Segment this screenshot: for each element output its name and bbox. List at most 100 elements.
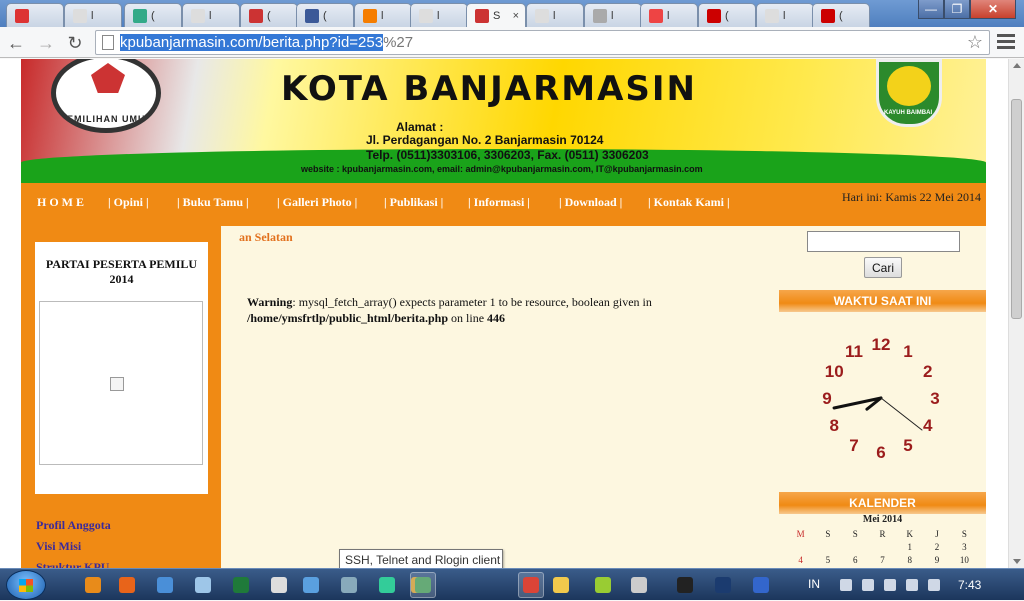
taskbar-button[interactable]	[336, 572, 362, 598]
browser-tab[interactable]: l	[410, 3, 468, 27]
taskbar-button[interactable]	[266, 572, 292, 598]
seal-text: PEMILIHAN UMUM	[60, 114, 154, 124]
scroll-down-icon[interactable]	[1013, 559, 1021, 564]
tab-title: l	[91, 9, 94, 22]
sidebar-link[interactable]: Profil Anggota	[36, 518, 111, 533]
browser-tab[interactable]: l	[354, 3, 412, 27]
browser-tab[interactable]: (	[240, 3, 298, 27]
power-icon[interactable]	[906, 579, 918, 591]
taskbar-button[interactable]	[80, 572, 106, 598]
sidebar-link[interactable]: Struktur KPU	[36, 560, 111, 568]
calendar-cell[interactable]: 4	[787, 554, 814, 567]
minimize-button[interactable]: —	[918, 0, 944, 19]
taskbar-button[interactable]	[228, 572, 254, 598]
back-arrow-icon: ←	[7, 32, 25, 53]
calendar-cell[interactable]: 8	[896, 554, 923, 567]
blogger-icon	[363, 8, 377, 23]
taskbar-button[interactable]	[710, 572, 736, 598]
calendar-cell[interactable]: 3	[951, 541, 978, 554]
vertical-scrollbar[interactable]	[1008, 59, 1024, 568]
scroll-thumb[interactable]	[1011, 99, 1022, 319]
taskbar-button[interactable]	[298, 572, 324, 598]
browser-tab[interactable]: (	[296, 3, 354, 27]
sidebar-link[interactable]: Visi Misi	[36, 539, 111, 554]
tab-title: l	[437, 9, 440, 22]
maximize-button[interactable]: ❐	[944, 0, 970, 19]
nav-item[interactable]: | Galleri Photo |	[277, 195, 357, 210]
h-icon	[707, 8, 721, 23]
calendar-cell: K	[906, 529, 914, 539]
taskbar-clock[interactable]: 7:43	[958, 578, 981, 592]
nav-item[interactable]: H O M E	[37, 195, 84, 210]
search-button[interactable]: Cari	[864, 257, 902, 278]
address-bar[interactable]: kpubanjarmasin.com/berita.php?id=253%27 …	[95, 30, 990, 55]
taskbar-button[interactable]	[672, 572, 698, 598]
browser-tab[interactable]: l	[584, 3, 642, 27]
calendar-cell[interactable]: 6	[842, 554, 869, 567]
taskbar-button[interactable]	[748, 572, 774, 598]
taskbar-button[interactable]	[374, 572, 400, 598]
calendar-cell[interactable]: 1	[896, 541, 923, 554]
calendar-cell[interactable]: 10	[951, 554, 978, 567]
network-icon[interactable]	[884, 579, 896, 591]
terminal-icon	[677, 577, 693, 593]
reload-button[interactable]: ↻	[63, 31, 87, 55]
taskbar-button[interactable]	[626, 572, 652, 598]
calendar-cell: S	[825, 529, 831, 539]
nav-item[interactable]: | Opini |	[108, 195, 149, 210]
browser-tab[interactable]: (	[812, 3, 870, 27]
browser-tab[interactable]: l	[640, 3, 698, 27]
back-button[interactable]: ←	[4, 31, 28, 55]
volume-icon[interactable]	[928, 579, 940, 591]
logo-icon	[249, 8, 263, 23]
nav-item[interactable]: | Informasi |	[468, 195, 530, 210]
close-window-button[interactable]: ✕	[970, 0, 1016, 19]
language-indicator[interactable]: IN	[808, 577, 820, 591]
browser-tab[interactable]: l	[756, 3, 814, 27]
chrome-menu-icon[interactable]	[997, 34, 1015, 50]
bookmark-star-icon[interactable]: ☆	[967, 32, 983, 53]
website-text: website : kpubanjarmasin.com, email: adm…	[301, 164, 703, 174]
taskbar-tooltip: SSH, Telnet and Rlogin client	[339, 549, 503, 570]
globe-icon	[133, 8, 147, 23]
search-input[interactable]	[807, 231, 960, 252]
calendar-cell[interactable]: 5	[814, 554, 841, 567]
tray-arrow-icon[interactable]	[840, 579, 852, 591]
right-sidebar: Cari WAKTU SAAT INI 12 1 2 3 4 5 6 7 8 9 10 11 KALE…	[779, 226, 986, 568]
nav-item[interactable]: | Kontak Kami |	[648, 195, 730, 210]
taskbar-button[interactable]	[590, 572, 616, 598]
taskbar-button[interactable]	[518, 572, 544, 598]
main-content: an Selatan Warning: mysql_fetch_array() …	[221, 226, 779, 568]
close-tab-icon[interactable]: ×	[513, 10, 519, 22]
taskbar-button[interactable]	[548, 572, 574, 598]
taskbar-button[interactable]	[190, 572, 216, 598]
nav-item[interactable]: | Download |	[559, 195, 622, 210]
nav-item[interactable]: | Publikasi |	[384, 195, 443, 210]
taskbar-button[interactable]	[152, 572, 178, 598]
start-button[interactable]	[6, 570, 46, 600]
explorer-icon	[553, 577, 569, 593]
calendar-cell[interactable]: 2	[923, 541, 950, 554]
forward-button[interactable]: →	[34, 31, 58, 55]
browser-tab[interactable]: (	[124, 3, 182, 27]
putty-icon	[415, 577, 431, 593]
clock-number: 5	[903, 436, 912, 455]
browser-tab[interactable]: l	[64, 3, 122, 27]
broken-image-icon[interactable]	[110, 377, 124, 391]
browser-tab[interactable]: l	[182, 3, 240, 27]
clock-second-hand	[880, 397, 923, 431]
calendar-cell[interactable]: 7	[869, 554, 896, 567]
network-manager-icon	[157, 577, 173, 593]
browser-tab[interactable]: (	[698, 3, 756, 27]
browser-tab[interactable]: l	[526, 3, 584, 27]
calendar-cell: R	[879, 529, 886, 539]
tray-flag-icon[interactable]	[862, 579, 874, 591]
browser-tab[interactable]: S ×	[466, 3, 526, 27]
scroll-up-icon[interactable]	[1013, 63, 1021, 68]
calendar-cell[interactable]: 9	[923, 554, 950, 567]
nav-item[interactable]: | Buku Tamu |	[177, 195, 249, 210]
clock-number: 2	[923, 362, 932, 381]
taskbar-button[interactable]	[114, 572, 140, 598]
browser-tab[interactable]	[6, 3, 64, 27]
taskbar-button[interactable]	[410, 572, 436, 598]
